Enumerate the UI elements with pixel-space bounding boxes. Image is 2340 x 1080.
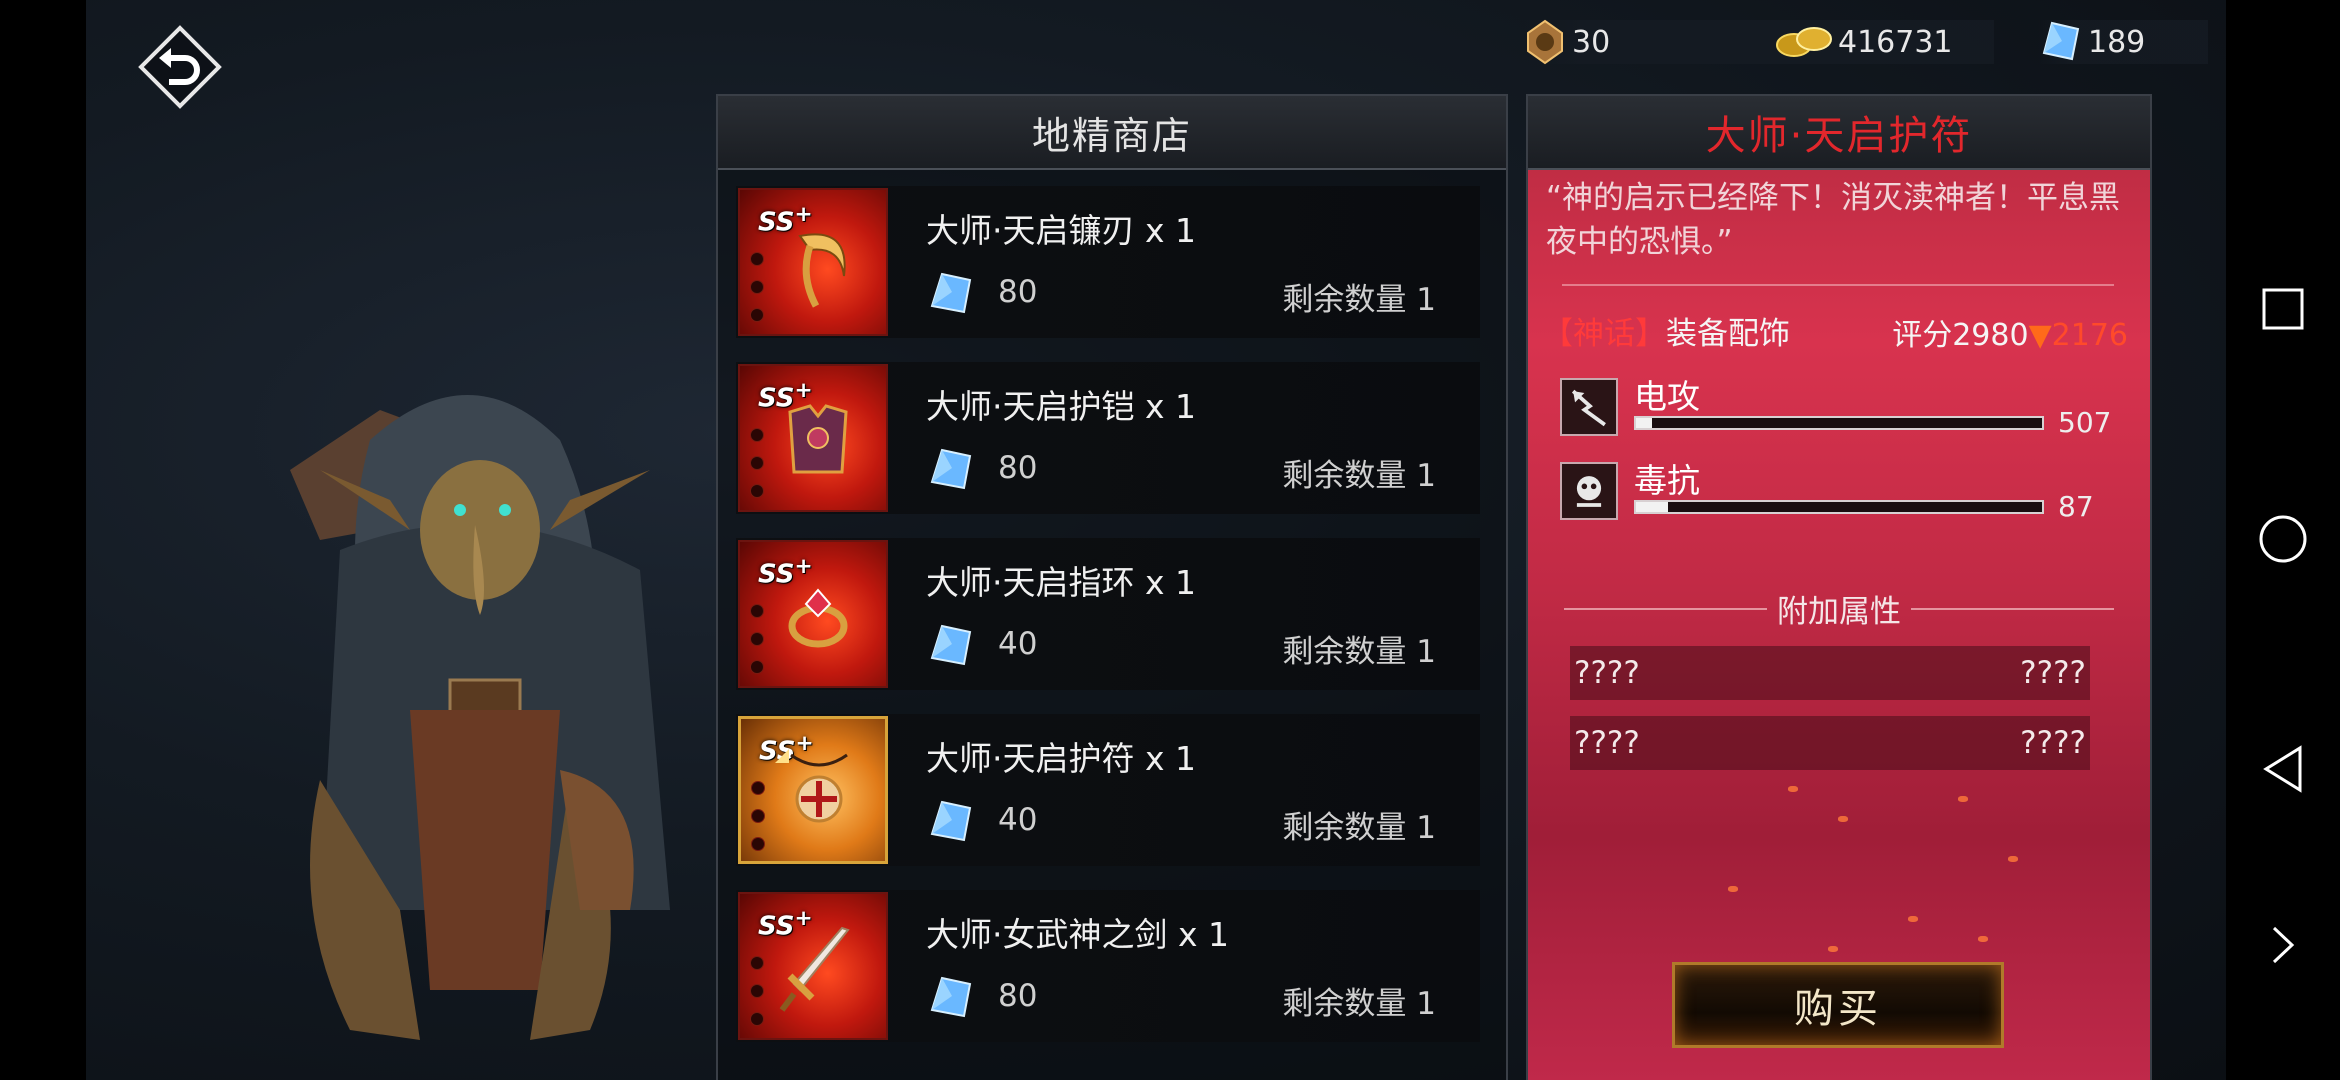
extra-attribute-row: ???? ???? [1570, 646, 2090, 700]
stat-bar-fill [1636, 418, 1653, 428]
shop-item[interactable]: SS+ 大师·天启镰刃 x 1 80 剩余数量 1 [736, 186, 1480, 338]
socket-dots [751, 781, 765, 865]
attribute-value: ???? [2020, 655, 2086, 691]
divider [1562, 284, 2114, 286]
extra-attribute-row: ???? ???? [1570, 716, 2090, 770]
crystal-icon [930, 272, 972, 314]
item-stock: 剩余数量 1 [1282, 634, 1436, 670]
amulet-icon [790, 753, 848, 823]
item-type: 装备配饰 [1666, 316, 1790, 352]
stat-row: 毒抗 87 [1560, 460, 2126, 524]
socket-dots [750, 252, 764, 336]
shop-item-selected[interactable]: SS+ 大师·天启护符 x 1 40 剩余数量 1 [736, 714, 1480, 866]
shop-item[interactable]: SS+ 大师·女武神之剑 x 1 80 剩余数量 1 [736, 890, 1480, 1042]
currency-crystal: 189 [2038, 20, 2208, 64]
attribute-name: ???? [1574, 725, 1640, 761]
item-thumbnail: SS+ [738, 540, 888, 688]
item-name: 大师·天启护符 x 1 [926, 739, 1196, 778]
currency-gold-value: 416731 [1838, 24, 1953, 60]
back-arrow-icon [138, 25, 222, 109]
sword-icon [779, 926, 850, 1012]
chevron-right-icon [2272, 926, 2295, 964]
square-icon [2262, 288, 2304, 330]
item-thumbnail: SS+ [738, 716, 888, 864]
item-name: 大师·女武神之剑 x 1 [926, 915, 1229, 954]
socket-dots [750, 428, 764, 512]
item-stock: 剩余数量 1 [1282, 986, 1436, 1022]
item-price: 40 [998, 626, 1038, 662]
item-price: 80 [998, 450, 1038, 486]
item-score: 评分2980▼2176 [1892, 310, 2128, 354]
recent-apps-button[interactable] [2256, 282, 2310, 336]
shop-item[interactable]: SS+ 大师·天启护铠 x 1 80 剩余数量 1 [736, 362, 1480, 514]
attribute-name: ???? [1574, 655, 1640, 691]
crystal-icon [2042, 21, 2080, 61]
socket-dots [750, 956, 764, 1040]
item-thumbnail: SS+ [738, 892, 888, 1040]
rarity-label: 【神话】 [1542, 316, 1666, 352]
item-detail-panel: 大师·天启护符 “神的启示已经降下！消灭渎神者！平息黑夜中的恐惧。” 【神话】装… [1526, 94, 2152, 1080]
home-button[interactable] [2256, 512, 2310, 566]
shop-title: 地精商店 [718, 96, 1506, 170]
item-stock: 剩余数量 1 [1282, 282, 1436, 318]
crystal-icon [930, 624, 972, 666]
stat-row: 电攻 507 [1560, 376, 2126, 440]
attribute-value: ???? [2020, 725, 2086, 761]
item-name: 大师·天启指环 x 1 [926, 563, 1196, 602]
stat-value: 87 [2058, 490, 2094, 523]
stat-label: 毒抗 [1634, 461, 1700, 500]
armor-icon [788, 404, 848, 474]
crystal-icon [930, 976, 972, 1018]
scythe-icon [798, 233, 846, 308]
currency-gold: 416731 [1774, 20, 1994, 64]
item-quote: “神的启示已经降下！消灭渎神者！平息黑夜中的恐惧。” [1546, 180, 2121, 260]
detail-title: 大师·天启护符 [1528, 96, 2150, 170]
item-category: 【神话】装备配饰 [1542, 308, 1790, 353]
lightning-attack-icon [1560, 378, 1618, 436]
stat-bar [1634, 500, 2044, 514]
extra-attributes-header: 附加属性 [1554, 586, 2124, 631]
goblin-merchant-character [290, 395, 670, 1040]
item-stock: 剩余数量 1 [1282, 810, 1436, 846]
ring-icon [788, 588, 848, 648]
stat-value: 507 [2058, 406, 2112, 439]
triangle-back-icon [2263, 745, 2302, 793]
shop-item[interactable]: SS+ 大师·天启指环 x 1 40 剩余数量 1 [736, 538, 1480, 690]
circle-icon [2259, 515, 2307, 563]
currency-crystal-value: 189 [2088, 24, 2146, 60]
item-name: 大师·天启护铠 x 1 [926, 387, 1196, 426]
crystal-icon [930, 448, 972, 490]
item-price: 80 [998, 274, 1038, 310]
item-stock: 剩余数量 1 [1282, 458, 1436, 494]
gold-coins-icon [1776, 27, 1832, 57]
item-name: 大师·天启镰刃 x 1 [926, 211, 1196, 250]
score-down-arrow: ▼ [2028, 318, 2052, 353]
crystal-icon [930, 800, 972, 842]
item-thumbnail: SS+ [738, 364, 888, 512]
buy-button[interactable]: 购买 [1672, 962, 2004, 1048]
stat-bar [1634, 416, 2044, 430]
game-scene: 30 416731 189 地精商店 SS+ 大师·天启镰刃 x 1 80 剩余… [86, 0, 2226, 1080]
score-compare: 2176 [2051, 318, 2128, 353]
goblin-shop-panel: 地精商店 SS+ 大师·天启镰刃 x 1 80 剩余数量 1 SS+ 大师·天启… [716, 94, 1508, 1080]
currency-medal-value: 30 [1572, 24, 1611, 60]
back-nav-button[interactable] [2256, 742, 2310, 796]
stat-label: 电攻 [1634, 377, 1700, 416]
item-thumbnail: SS+ [738, 188, 888, 336]
score-value: 评分2980 [1892, 318, 2029, 353]
system-navigation-bar [2226, 0, 2340, 1080]
skull-resist-icon [1560, 462, 1618, 520]
expand-button[interactable] [2256, 918, 2310, 972]
item-price: 80 [998, 978, 1038, 1014]
socket-dots [750, 604, 764, 688]
back-button[interactable] [137, 24, 223, 110]
medal-icon [1527, 19, 1563, 65]
stat-bar-fill [1636, 502, 1669, 512]
item-price: 40 [998, 802, 1038, 838]
